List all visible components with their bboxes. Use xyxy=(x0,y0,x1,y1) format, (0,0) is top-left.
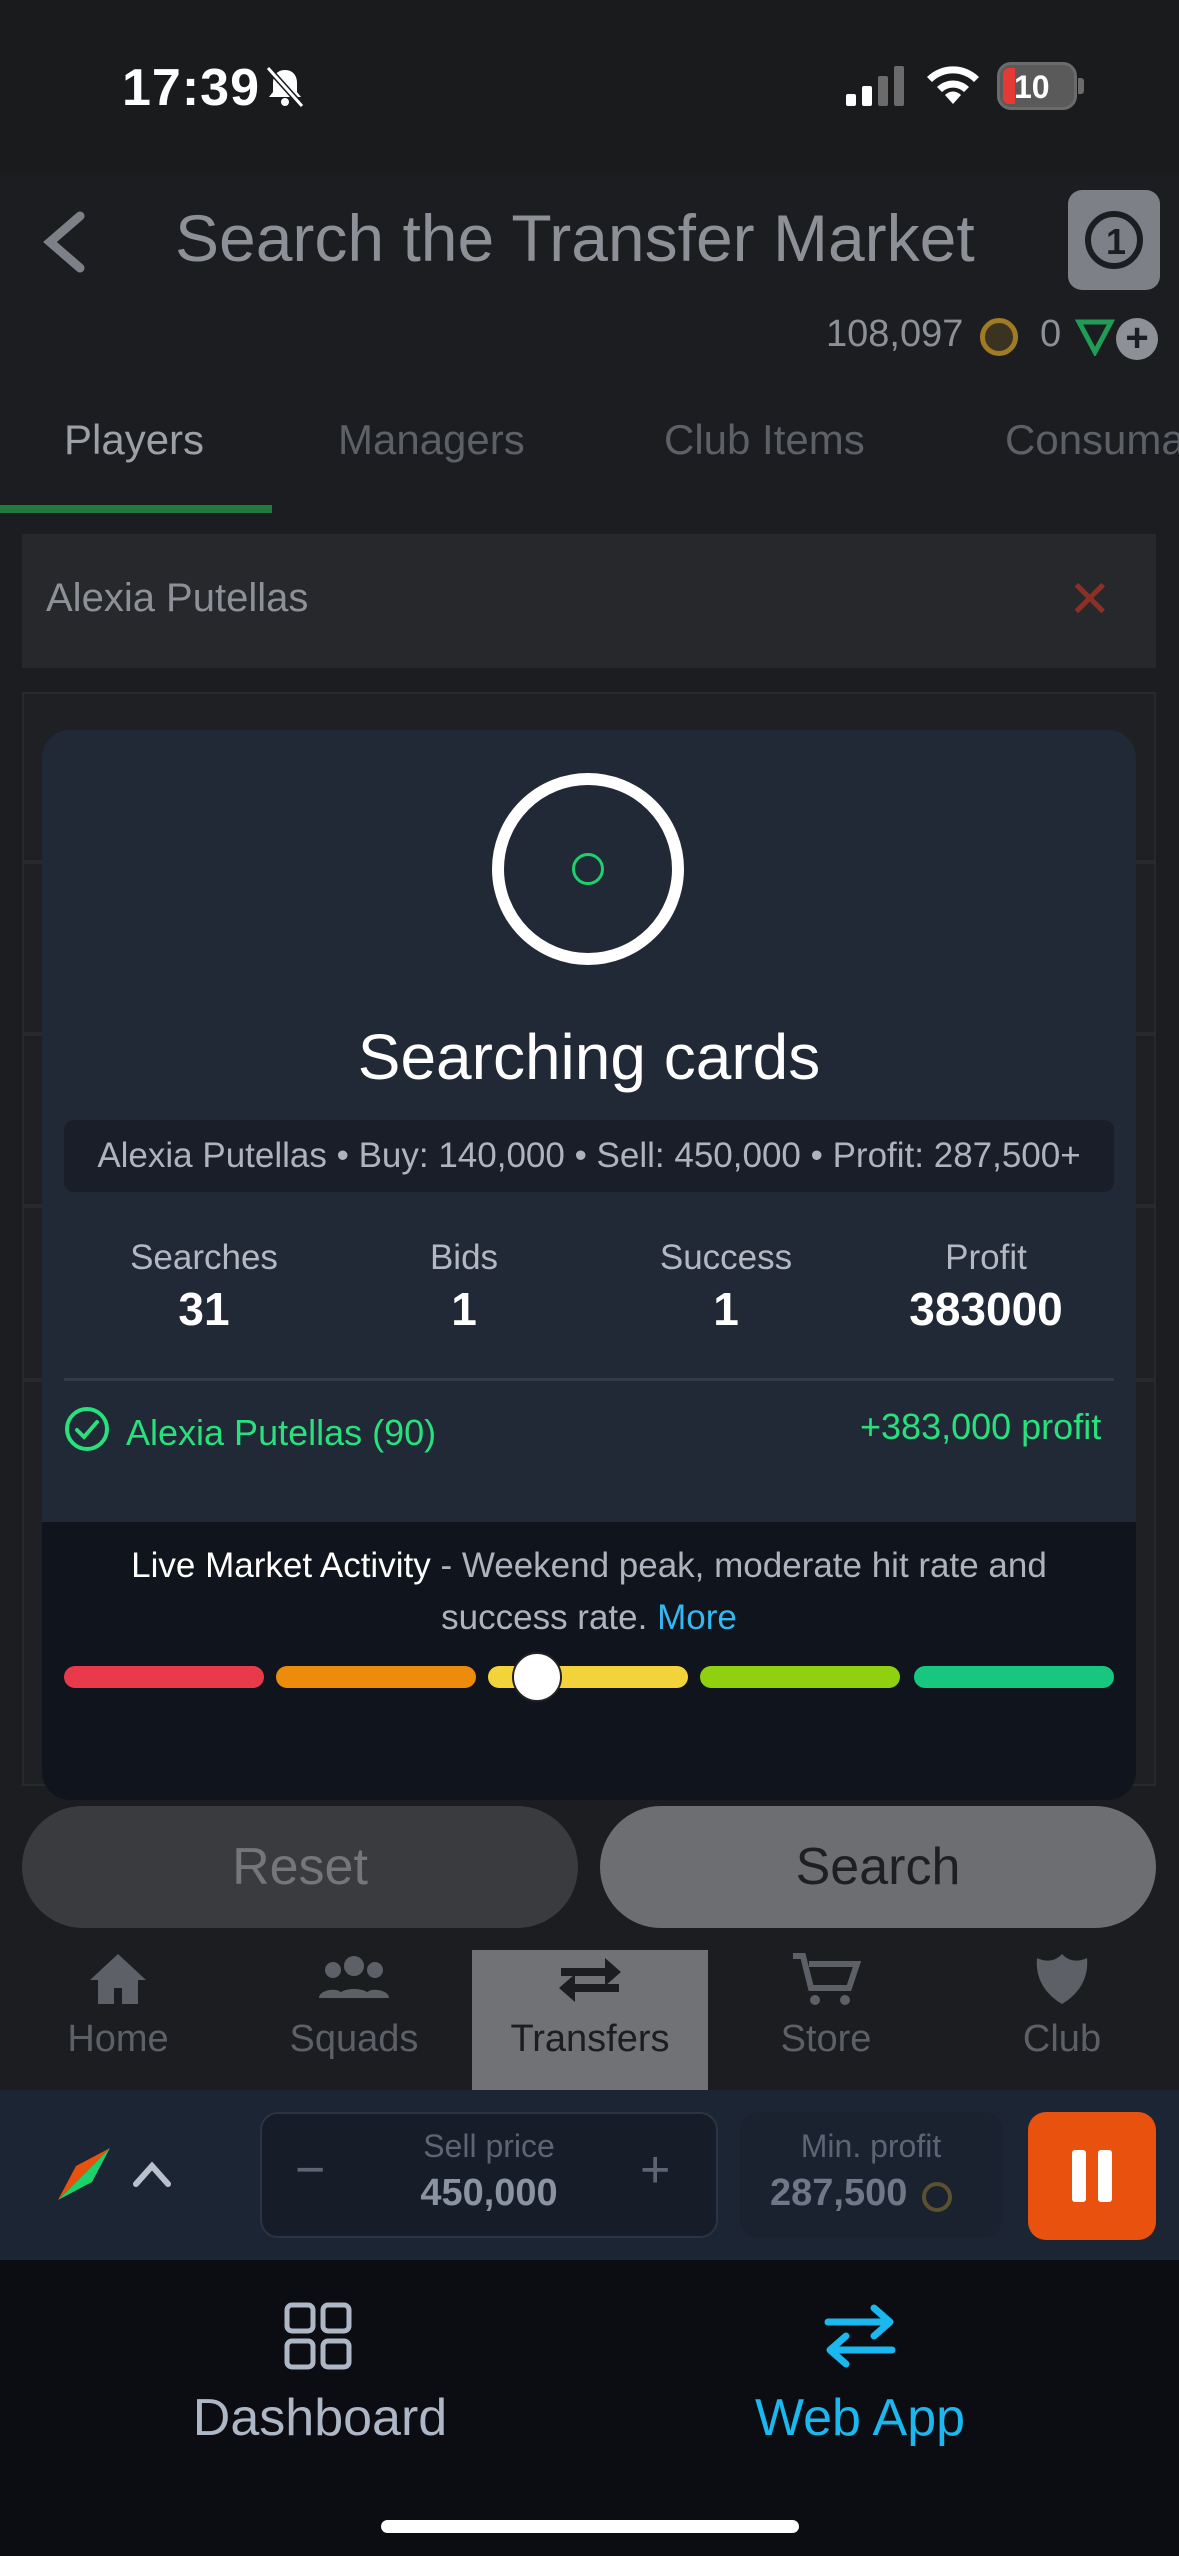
tab-webapp-label[interactable]: Web App xyxy=(660,2388,1060,2448)
battery-icon: 10 xyxy=(997,62,1077,110)
divider xyxy=(64,1378,1114,1381)
stat-label: Searches xyxy=(130,1238,278,1277)
home-icon xyxy=(90,1954,146,2004)
searching-modal: Searching cards Alexia Putellas • Buy: 1… xyxy=(42,730,1136,1800)
app-logo-icon[interactable] xyxy=(52,2142,116,2206)
tab-managers[interactable]: Managers xyxy=(338,416,525,464)
min-profit-label: Min. profit xyxy=(800,2128,942,2164)
stat-label: Bids xyxy=(429,1238,499,1277)
hit-profit: +383,000 profit xyxy=(860,1406,1102,1447)
stat-searches: Searches 31 xyxy=(72,1238,336,1336)
battery-level: 10 xyxy=(1014,69,1050,105)
add-points-button[interactable]: + xyxy=(1116,318,1158,360)
sell-price-label: Sell price xyxy=(423,2128,555,2164)
wifi-icon xyxy=(927,66,979,104)
points-balance: 0 xyxy=(1040,313,1062,355)
more-link[interactable]: More xyxy=(657,1598,737,1637)
market-description: - Weekend peak, moderate hit rate and su… xyxy=(430,1546,1047,1637)
pause-button[interactable] xyxy=(1028,2112,1156,2240)
stat-value: 1 xyxy=(451,1283,477,1335)
hit-player-name: Alexia Putellas (90) xyxy=(126,1412,437,1453)
nav-label: Transfers xyxy=(510,2018,670,2060)
activity-level-knob xyxy=(511,1652,562,1702)
min-profit-value: 287,500 xyxy=(770,2172,908,2214)
stat-bids: Bids 1 xyxy=(332,1238,596,1336)
market-heading: Live Market Activity xyxy=(131,1546,431,1585)
nav-transfers[interactable]: Transfers xyxy=(472,1950,708,2090)
tab-players[interactable]: Players xyxy=(64,416,204,464)
cellular-signal-icon xyxy=(846,66,904,106)
home-indicator[interactable] xyxy=(381,2520,799,2533)
clear-search-icon[interactable]: ✕ xyxy=(1068,570,1112,630)
nav-store[interactable]: Store xyxy=(708,1950,944,2090)
back-chevron-icon[interactable] xyxy=(40,210,90,274)
market-activity-text: Live Market Activity - Weekend peak, mod… xyxy=(102,1540,1076,1644)
reset-button[interactable]: Reset xyxy=(22,1806,578,1928)
swap-arrows-icon[interactable] xyxy=(822,2302,898,2370)
coin-icon xyxy=(980,318,1018,356)
activity-segment-green xyxy=(914,1666,1114,1688)
nav-squads[interactable]: Squads xyxy=(236,1950,472,2090)
stat-value: 1 xyxy=(713,1283,739,1335)
dashboard-grid-icon[interactable] xyxy=(284,2302,352,2370)
tab-consumables[interactable]: Consuma xyxy=(1005,416,1179,464)
page-title: Search the Transfer Market xyxy=(175,201,975,275)
nav-label: Club xyxy=(1022,2018,1102,2060)
tab-dashboard-label[interactable]: Dashboard xyxy=(120,2388,520,2448)
squad-icon xyxy=(319,1956,389,1998)
fc-points-icon xyxy=(1075,319,1115,356)
active-tab-indicator xyxy=(0,505,272,513)
svg-text:1: 1 xyxy=(1106,221,1126,262)
stat-value: 383000 xyxy=(909,1283,1063,1335)
status-time: 17:39 xyxy=(122,59,260,117)
nav-label: Home xyxy=(67,2018,169,2060)
silent-bell-icon xyxy=(265,65,305,109)
stat-success: Success 1 xyxy=(594,1238,858,1336)
nav-home[interactable]: Home xyxy=(0,1950,236,2090)
stat-label: Success xyxy=(659,1238,793,1277)
transfer-arrows-icon xyxy=(559,1958,621,2002)
chevron-up-icon[interactable] xyxy=(130,2152,174,2196)
battery-tip xyxy=(1078,78,1084,94)
nav-club[interactable]: Club xyxy=(944,1950,1179,2090)
cart-icon xyxy=(793,1953,861,2005)
coin-icon xyxy=(922,2182,952,2212)
stat-value: 31 xyxy=(178,1283,230,1335)
stat-profit: Profit 383000 xyxy=(854,1238,1118,1336)
activity-segment-red xyxy=(64,1666,264,1688)
search-value: Alexia Putellas xyxy=(46,576,309,620)
sell-price-value[interactable]: 450,000 xyxy=(260,2172,718,2215)
activity-segment-lime xyxy=(700,1666,900,1688)
modal-title: Searching cards xyxy=(357,1021,821,1093)
check-circle-icon xyxy=(65,1407,109,1451)
search-button[interactable]: Search xyxy=(600,1806,1156,1928)
nav-label: Squads xyxy=(289,2018,419,2060)
nav-label: Store xyxy=(780,2018,872,2060)
coin-balance: 108,097 xyxy=(826,313,964,355)
search-summary: Alexia Putellas • Buy: 140,000 • Sell: 4… xyxy=(64,1120,1114,1192)
club-crest-icon xyxy=(1036,1954,1088,2004)
radar-dot xyxy=(572,853,604,885)
stat-label: Profit xyxy=(945,1238,1027,1277)
refresh-icon[interactable]: 1 xyxy=(1068,190,1160,290)
tab-club-items[interactable]: Club Items xyxy=(664,416,865,464)
activity-segment-orange xyxy=(276,1666,476,1688)
